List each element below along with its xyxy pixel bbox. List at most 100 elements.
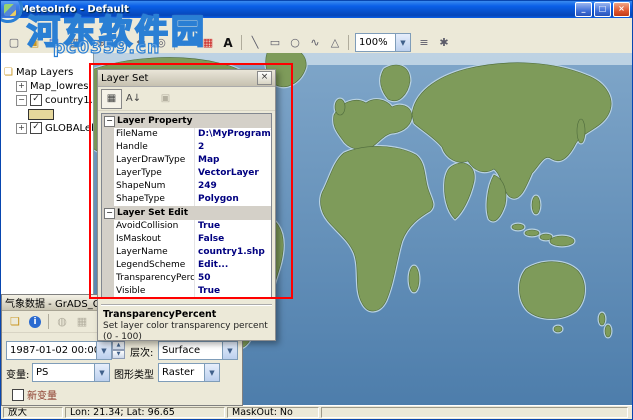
tree-item-map-lowres[interactable]: + Map_lowres: [1, 79, 93, 93]
select-icon[interactable]: ►: [178, 33, 198, 52]
print-icon[interactable]: ▥: [64, 33, 84, 52]
collapse-icon[interactable]: −: [104, 115, 115, 127]
time-stepper[interactable]: ▲ ▼: [112, 341, 125, 359]
toolbar-separator: [48, 314, 49, 329]
time-combo[interactable]: 1987-01-02 00:00 ▼: [6, 341, 112, 360]
new-variable-label: 新变量: [27, 391, 57, 402]
text-tool-icon[interactable]: A: [218, 33, 238, 52]
level-label: 层次:: [130, 348, 154, 359]
open-data-icon[interactable]: ❏: [5, 312, 25, 331]
property-row[interactable]: ShapeType Polygon: [102, 193, 271, 206]
info-glyph: i: [29, 315, 41, 328]
line-tool-icon[interactable]: ╲: [245, 33, 265, 52]
zoom-out-icon[interactable]: ⊖: [111, 33, 131, 52]
property-key: ShapeNum: [114, 180, 195, 193]
chevron-down-icon[interactable]: ▼: [94, 364, 109, 381]
new-variable-checkbox[interactable]: [12, 388, 24, 401]
row-gutter: [102, 141, 114, 154]
property-key: LayerName: [114, 246, 195, 259]
pan-icon[interactable]: ✥: [131, 33, 151, 52]
legend-editor-icon[interactable]: ▦: [198, 33, 218, 52]
collapse-icon[interactable]: −: [16, 94, 27, 106]
alphabetical-sort-icon[interactable]: A↓: [123, 89, 144, 109]
property-grid: − Layer Property FileNameD:\MyProgram\CS…: [101, 113, 272, 299]
settings-icon[interactable]: ✱: [434, 33, 454, 52]
minimize-button[interactable]: _: [575, 2, 592, 17]
zoom-in-icon[interactable]: ⊕: [91, 33, 111, 52]
property-row[interactable]: LayerType VectorLayer: [102, 167, 271, 180]
legend-swatch[interactable]: [28, 108, 54, 120]
property-row[interactable]: LayerName country1.shp: [102, 246, 271, 259]
spin-down-icon[interactable]: ▼: [112, 350, 125, 359]
layer-checkbox[interactable]: ✓: [30, 94, 42, 106]
property-value: VectorLayer: [198, 168, 259, 178]
maximize-button[interactable]: □: [594, 2, 611, 17]
variable-combo[interactable]: PS ▼: [32, 363, 110, 382]
tree-root-map-layers[interactable]: ❏ Map Layers: [1, 65, 93, 79]
collapse-icon[interactable]: −: [104, 207, 115, 219]
polygon-tool-icon[interactable]: △: [325, 33, 345, 52]
tree-item-globaleb3col[interactable]: + ✓ GLOBALeb3colshp: [1, 121, 93, 135]
property-row[interactable]: IsMaskout False: [102, 233, 271, 246]
globe-icon: ◍: [57, 315, 67, 328]
layer-checkbox[interactable]: ✓: [30, 122, 42, 134]
ellipse-tool-icon[interactable]: ○: [285, 33, 305, 52]
category-row[interactable]: − Layer Property: [102, 114, 271, 128]
row-gutter: [102, 246, 114, 259]
category-row[interactable]: − Layer Set Edit: [102, 206, 271, 220]
open-icon[interactable]: ▣: [24, 33, 44, 52]
property-row[interactable]: Handle 2: [102, 141, 271, 154]
row-gutter: [102, 233, 114, 246]
property-row[interactable]: Visible True: [102, 285, 271, 298]
layer-label: country1.shp: [45, 94, 93, 106]
layers-icon[interactable]: ≡: [414, 33, 434, 52]
chevron-down-icon[interactable]: ▼: [204, 364, 219, 381]
property-row[interactable]: LegendScheme Edit...: [102, 259, 271, 272]
row-gutter: [102, 259, 114, 272]
level-combo[interactable]: Surface ▼: [158, 341, 238, 360]
property-row[interactable]: TransparencyPerce 50: [102, 272, 271, 285]
tree-item-legend-swatch[interactable]: [1, 107, 93, 121]
property-value: country1.shp: [198, 247, 265, 257]
toolbar-separator: [174, 35, 175, 50]
property-row[interactable]: FileNameD:\MyProgram\CSharp\Me: [102, 128, 271, 141]
chevron-down-icon[interactable]: ▼: [395, 34, 410, 51]
property-key: Handle: [114, 141, 195, 154]
property-row[interactable]: AvoidCollision True: [102, 220, 271, 233]
info-icon[interactable]: i: [25, 312, 45, 331]
new-icon[interactable]: ▢: [4, 33, 24, 52]
tree-item-country1[interactable]: − ✓ country1.shp: [1, 93, 93, 107]
save-icon[interactable]: ▤: [44, 33, 64, 52]
expand-icon[interactable]: +: [16, 122, 27, 134]
layer-set-dialog: Layer Set × ▦ A↓ ▣ − Layer Property File…: [97, 69, 276, 342]
zoom-level-combo[interactable]: 100% ▼: [355, 33, 411, 52]
toolbar-separator: [241, 35, 242, 50]
variable-label: 变量:: [6, 370, 30, 381]
chevron-down-icon[interactable]: ▼: [222, 342, 237, 359]
curve-tool-icon[interactable]: ∿: [305, 33, 325, 52]
plot-type-combo[interactable]: Raster ▼: [158, 363, 220, 382]
property-row[interactable]: LayerDrawType Map: [102, 154, 271, 167]
categorized-icon[interactable]: ▦: [101, 88, 122, 109]
expand-icon[interactable]: +: [16, 80, 27, 92]
property-key: AvoidCollision: [114, 220, 195, 233]
property-value: False: [198, 234, 225, 244]
variable-value: PS: [36, 367, 49, 378]
chevron-down-icon[interactable]: ▼: [96, 342, 111, 359]
map-layers-icon: ❏: [4, 66, 13, 78]
rectangle-tool-icon[interactable]: ▭: [265, 33, 285, 52]
plot-type-label: 图形类型: [114, 370, 154, 381]
full-extent-icon[interactable]: ◎: [151, 33, 171, 52]
app-icon: [4, 3, 16, 16]
main-toolbar: ▢ ▣ ▤ ▥ ⊕ ⊖ ✥ ◎ ► ▦ A ╲ ▭ ○ ∿ △ 100% ▼ ≡…: [1, 32, 632, 54]
property-row[interactable]: ShapeNum 249: [102, 180, 271, 193]
status-tool: 放大: [3, 407, 63, 418]
window-title: MeteoInfo - Default: [19, 4, 129, 15]
new-variable-option[interactable]: 新变量: [12, 387, 57, 402]
close-icon[interactable]: ×: [257, 71, 272, 85]
title-bar[interactable]: MeteoInfo - Default _ □ ×: [1, 1, 632, 18]
property-key: ShapeType: [114, 193, 195, 206]
dialog-titlebar[interactable]: Layer Set ×: [98, 70, 275, 87]
time-value: 1987-01-02 00:00: [10, 345, 96, 356]
close-button[interactable]: ×: [613, 2, 630, 17]
